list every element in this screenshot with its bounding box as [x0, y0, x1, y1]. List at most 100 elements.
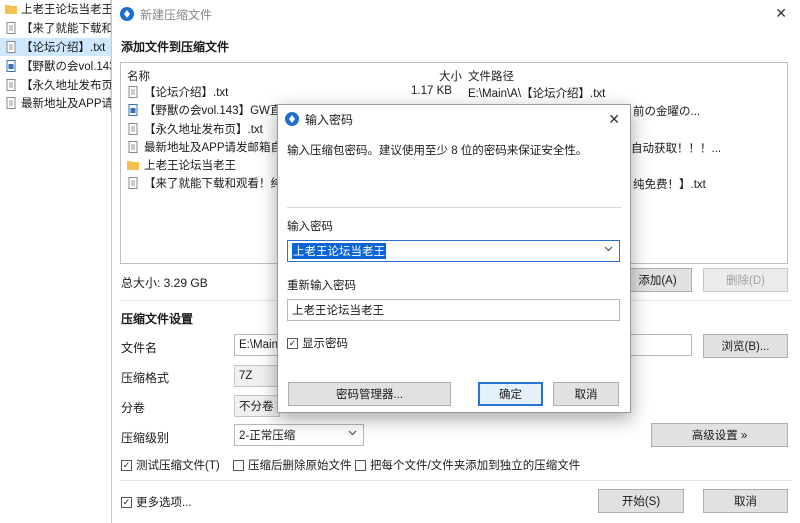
chevron-down-icon [348, 428, 357, 440]
dialog-title: 输入密码 [305, 112, 354, 127]
explorer-item-label: 【永久地址发布页】 [21, 80, 111, 92]
password-value: 上老王论坛当老王 [292, 243, 386, 259]
app-logo-icon [120, 7, 134, 21]
cancel-button[interactable]: 取消 [703, 489, 788, 513]
checkbox-checked-icon: ✓ [121, 459, 132, 471]
explorer-item[interactable]: 最新地址及APP请发 [0, 94, 111, 112]
format-value: 7Z [239, 370, 253, 382]
test-archive-label: 测试压缩文件(T) [136, 460, 220, 472]
dialog-titlebar: 输入密码 ✕ [278, 105, 630, 133]
text-file-icon [5, 41, 17, 53]
divider [120, 480, 792, 481]
password-dialog: 输入密码 ✕ 输入压缩包密码。建议使用至少 8 位的密码来保证安全性。 输入密码… [277, 104, 631, 413]
text-file-icon [5, 22, 17, 34]
delete-button[interactable]: 删除(D) [703, 268, 788, 292]
text-file-icon [127, 86, 139, 98]
explorer-panel: 上老王论坛当老王 【来了就能下载和观 【论坛介绍】.txt 【野獸の会vol.1… [0, 0, 111, 112]
split-label: 分卷 [121, 401, 146, 415]
separate-archives-label: 把每个文件/文件夹添加到独立的压缩文件 [370, 460, 581, 472]
start-button[interactable]: 开始(S) [598, 489, 684, 513]
reenter-value: 上老王论坛当老王 [292, 305, 384, 317]
explorer-item-label: 【野獸の会vol.143 [21, 61, 111, 73]
format-label: 压缩格式 [121, 371, 170, 385]
file-path: 纯免费！】.txt [633, 179, 706, 191]
show-password-checkbox[interactable]: ✓ 显示密码 [287, 335, 348, 351]
password-input[interactable]: 上老王论坛当老王 [287, 240, 620, 262]
blue-file-icon [5, 60, 17, 72]
delete-original-checkbox[interactable]: 压缩后删除原始文件 [233, 457, 352, 473]
filename-label: 文件名 [121, 341, 158, 355]
delete-original-label: 压缩后删除原始文件 [248, 460, 352, 472]
file-name: 【野獸の会vol.143】GW直前 [144, 105, 293, 117]
window-titlebar: 新建压缩文件 ✕ [112, 0, 800, 28]
checkbox-empty-icon [233, 459, 244, 471]
file-name: 最新地址及APP请发邮箱自动 [144, 142, 294, 154]
explorer-item[interactable]: 【野獸の会vol.143 [0, 57, 111, 75]
ok-button[interactable]: 确定 [478, 382, 543, 406]
show-password-label: 显示密码 [302, 338, 348, 350]
app-logo-icon [285, 112, 299, 126]
dialog-cancel-button[interactable]: 取消 [553, 382, 619, 406]
explorer-item-label: 上老王论坛当老王 [21, 4, 111, 16]
close-icon[interactable]: ✕ [775, 6, 787, 20]
window-title: 新建压缩文件 [140, 7, 213, 22]
text-file-icon [127, 177, 139, 189]
total-size: 总大小: 3.29 GB [121, 276, 208, 290]
list-item[interactable]: 上老王论坛当老王 [127, 156, 236, 174]
explorer-item-selected[interactable]: 【论坛介绍】.txt [0, 38, 111, 56]
file-name: 上老王论坛当老王 [144, 160, 236, 172]
password-manager-button[interactable]: 密码管理器... [288, 382, 451, 406]
checkbox-checked-icon: ✓ [121, 496, 132, 508]
folder-icon [5, 3, 17, 15]
level-value: 2-正常压缩 [239, 430, 296, 442]
explorer-item-label: 最新地址及APP请发 [21, 98, 111, 110]
split-select[interactable]: 不分卷 [234, 395, 280, 417]
file-path: 前の金曜の... [633, 106, 701, 118]
file-path: 自动获取！！！... [631, 143, 722, 155]
settings-heading: 压缩文件设置 [121, 312, 194, 326]
blue-file-icon [127, 104, 139, 116]
text-file-icon [5, 97, 17, 109]
text-file-icon [127, 141, 139, 153]
column-path[interactable]: 文件路径 [468, 68, 514, 84]
reenter-label: 重新输入密码 [287, 280, 356, 292]
add-files-heading: 添加文件到压缩文件 [121, 40, 230, 54]
browse-button[interactable]: 浏览(B)... [703, 334, 788, 358]
add-button[interactable]: 添加(A) [623, 268, 692, 292]
explorer-item[interactable]: 上老王论坛当老王 [0, 0, 111, 18]
file-name: 【永久地址发布页】.txt [144, 124, 263, 136]
advanced-settings-button[interactable]: 高级设置 » [651, 423, 788, 447]
list-item[interactable]: 【论坛介绍】.txt [127, 83, 228, 101]
divider [287, 207, 622, 208]
level-label: 压缩级别 [121, 431, 170, 445]
explorer-item-label: 【来了就能下载和观 [21, 23, 111, 35]
test-archive-checkbox[interactable]: ✓ 测试压缩文件(T) [121, 457, 220, 473]
file-name: 【论坛介绍】.txt [144, 87, 229, 99]
password-label: 输入密码 [287, 221, 333, 233]
dialog-description: 输入压缩包密码。建议使用至少 8 位的密码来保证安全性。 [287, 145, 588, 157]
format-select[interactable]: 7Z [234, 365, 280, 387]
file-size: 1.17 KB [411, 85, 452, 97]
explorer-item[interactable]: 【永久地址发布页】 [0, 76, 111, 94]
more-options-label: 更多选项... [136, 497, 192, 509]
text-file-icon [127, 123, 139, 135]
text-file-icon [5, 79, 17, 91]
more-options-checkbox[interactable]: ✓ 更多选项... [121, 494, 192, 510]
chevron-down-icon[interactable] [604, 244, 613, 256]
checkbox-empty-icon [355, 459, 366, 471]
column-size[interactable]: 大小 [439, 68, 462, 84]
file-path: E:\Main\A\【论坛介绍】.txt [468, 88, 606, 100]
explorer-item[interactable]: 【来了就能下载和观 [0, 19, 111, 37]
column-name[interactable]: 名称 [127, 68, 150, 84]
separate-archives-checkbox[interactable]: 把每个文件/文件夹添加到独立的压缩文件 [355, 457, 580, 473]
reenter-password-input[interactable]: 上老王论坛当老王 [287, 299, 620, 321]
list-item[interactable]: 【永久地址发布页】.txt [127, 120, 263, 138]
folder-icon [127, 159, 139, 171]
checkbox-checked-icon: ✓ [287, 337, 298, 349]
split-value: 不分卷 [239, 401, 274, 413]
explorer-item-label: 【论坛介绍】.txt [21, 42, 106, 54]
list-item[interactable]: 【野獸の会vol.143】GW直前 [127, 101, 293, 119]
level-select[interactable]: 2-正常压缩 [234, 424, 364, 446]
list-item[interactable]: 最新地址及APP请发邮箱自动 [127, 138, 294, 156]
close-icon[interactable]: ✕ [608, 111, 620, 128]
